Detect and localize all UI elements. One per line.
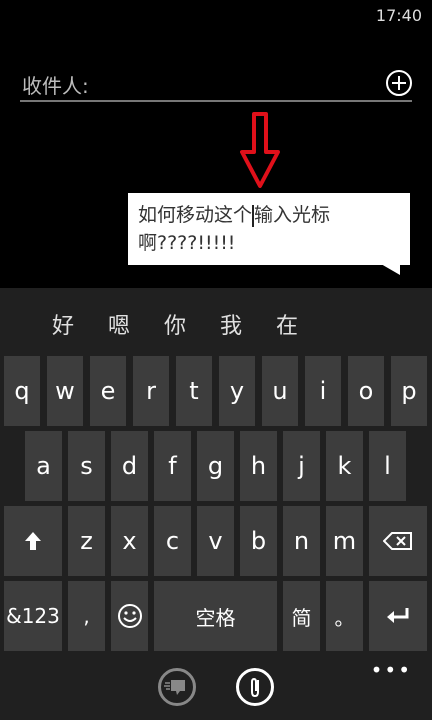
key-e[interactable]: e	[90, 356, 126, 426]
shift-key[interactable]	[4, 506, 62, 576]
numbers-key[interactable]: &123	[4, 581, 62, 651]
key-i[interactable]: i	[305, 356, 341, 426]
message-text-part2: 输入光标	[254, 204, 331, 226]
red-down-arrow-icon	[240, 112, 280, 188]
key-x[interactable]: x	[111, 506, 148, 576]
key-m[interactable]: m	[326, 506, 363, 576]
suggestion-5[interactable]: 在	[276, 308, 298, 340]
key-k[interactable]: k	[326, 431, 363, 501]
key-w[interactable]: w	[47, 356, 83, 426]
message-text[interactable]: 如何移动这个 输入光标 啊????!!!!!	[138, 201, 402, 257]
key-l[interactable]: l	[369, 431, 406, 501]
key-y[interactable]: y	[219, 356, 255, 426]
shift-arrow-icon	[25, 532, 41, 550]
key-comma[interactable]: ,	[68, 581, 105, 651]
smiley-icon	[117, 604, 142, 628]
key-t[interactable]: t	[176, 356, 212, 426]
message-text-part1: 如何移动这个	[138, 204, 253, 226]
key-q[interactable]: q	[4, 356, 40, 426]
send-icon	[164, 680, 185, 695]
message-text-line2: 啊????!!!!!	[138, 232, 236, 254]
key-h[interactable]: h	[240, 431, 277, 501]
key-p[interactable]: p	[391, 356, 427, 426]
enter-icon	[387, 608, 409, 623]
space-key[interactable]: 空格	[154, 581, 277, 651]
key-o[interactable]: o	[348, 356, 384, 426]
key-f[interactable]: f	[154, 431, 191, 501]
recipient-label: 收件人:	[22, 74, 89, 98]
recipient-underline[interactable]	[20, 100, 412, 102]
suggestion-2[interactable]: 嗯	[108, 308, 130, 340]
key-period[interactable]: 。	[326, 581, 363, 651]
key-s[interactable]: s	[68, 431, 105, 501]
backspace-key[interactable]	[369, 506, 427, 576]
bubble-tail	[381, 264, 400, 275]
key-n[interactable]: n	[283, 506, 320, 576]
key-j[interactable]: j	[283, 431, 320, 501]
suggestion-3[interactable]: 你	[164, 308, 186, 340]
mode-key[interactable]: 简	[283, 581, 320, 651]
key-b[interactable]: b	[240, 506, 277, 576]
send-button[interactable]	[158, 668, 196, 706]
key-r[interactable]: r	[133, 356, 169, 426]
key-z[interactable]: z	[68, 506, 105, 576]
key-v[interactable]: v	[197, 506, 234, 576]
app-bar	[0, 654, 432, 720]
suggestion-4[interactable]: 我	[220, 308, 242, 340]
backspace-icon	[383, 532, 412, 550]
attach-button[interactable]	[236, 668, 274, 706]
suggestion-bar: 好 嗯 你 我 在	[0, 288, 432, 354]
key-d[interactable]: d	[111, 431, 148, 501]
emoji-key[interactable]	[111, 581, 148, 651]
key-c[interactable]: c	[154, 506, 191, 576]
more-options-button[interactable]: •••	[371, 658, 412, 682]
enter-key[interactable]	[369, 581, 427, 651]
paperclip-icon	[251, 677, 259, 698]
add-recipient-icon[interactable]	[386, 70, 412, 96]
key-g[interactable]: g	[197, 431, 234, 501]
suggestion-1[interactable]: 好	[52, 308, 74, 340]
message-bubble[interactable]: 如何移动这个 输入光标 啊????!!!!!	[128, 193, 410, 265]
key-u[interactable]: u	[262, 356, 298, 426]
key-a[interactable]: a	[25, 431, 62, 501]
status-time: 17:40	[375, 6, 422, 25]
